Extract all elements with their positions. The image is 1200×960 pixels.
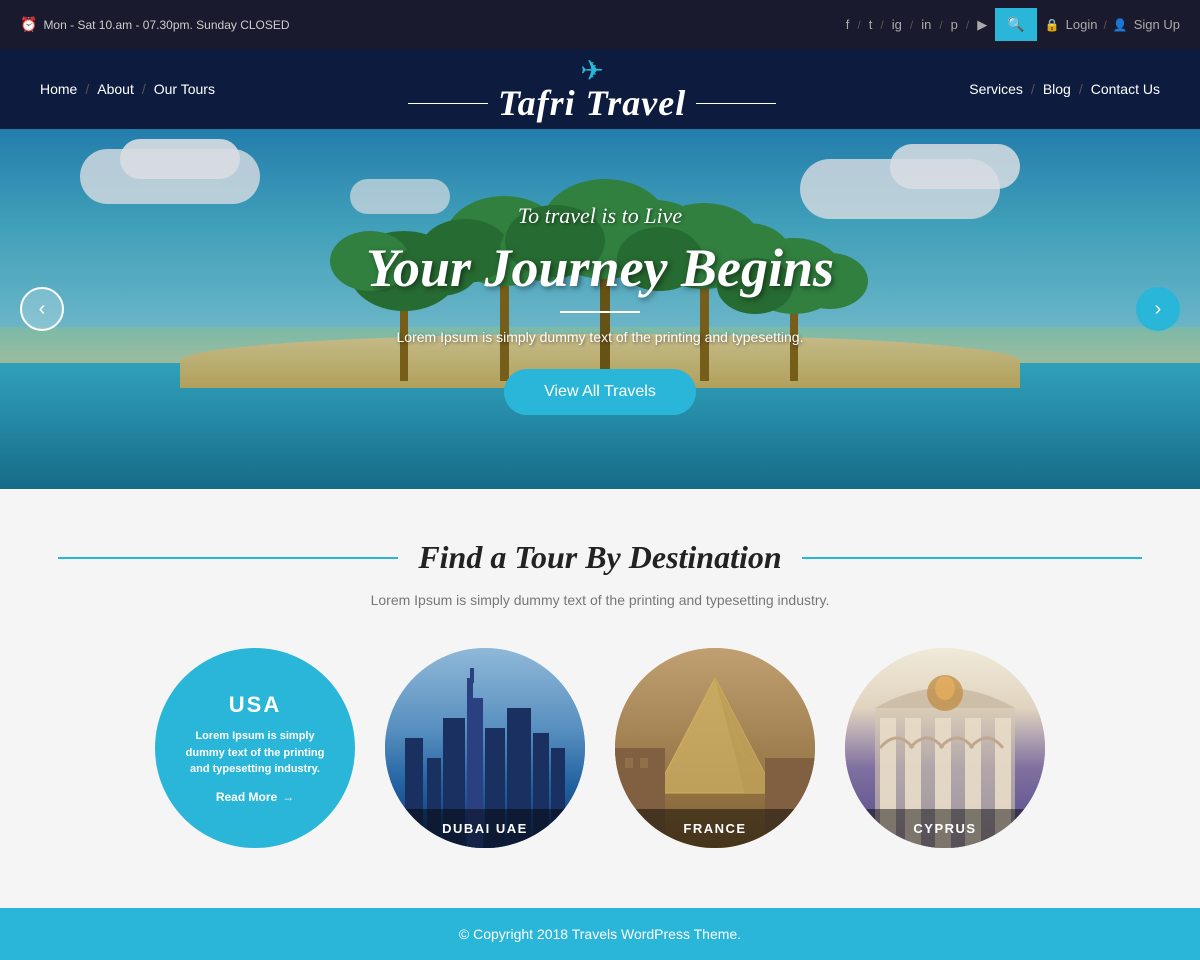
footer-copyright: © Copyright 2018 Travels WordPress Theme… [459,926,741,942]
sep3: / [910,18,913,32]
sep5: / [966,18,969,32]
hero-subtitle: To travel is to Live [366,203,834,229]
hero-prev-button[interactable]: ‹ [20,287,64,331]
nav-sep-3: / [1031,81,1035,97]
user-icon: 👤 [1113,18,1128,32]
signup-link[interactable]: Sign Up [1134,17,1180,32]
hero-description: Lorem Ipsum is simply dummy text of the … [366,329,834,345]
destination-cyprus[interactable]: CYPRUS [845,648,1045,848]
logo: ✈ Tafri Travel [408,54,776,124]
auth-sep: / [1103,18,1106,32]
sep1: / [857,18,860,32]
footer: © Copyright 2018 Travels WordPress Theme… [0,908,1200,960]
nav-sep-1: / [85,81,89,97]
login-link[interactable]: Login [1066,17,1098,32]
chevron-left-icon: ‹ [39,298,46,321]
search-button[interactable]: 🔍 [995,8,1036,41]
logo-line-left [408,103,488,104]
destination-france[interactable]: FRANCE [615,648,815,848]
logo-title[interactable]: Tafri Travel [498,82,686,124]
hero-content: To travel is to Live Your Journey Begins… [366,203,834,415]
nav-tours[interactable]: Our Tours [154,81,215,97]
nav-left: Home / About / Our Tours [40,81,215,97]
youtube-link[interactable]: ▶ [977,17,987,33]
nav-sep-2: / [142,81,146,97]
section-description: Lorem Ipsum is simply dummy text of the … [40,592,1160,608]
sep2: / [880,18,883,32]
hours-text: Mon - Sat 10.am - 07.30pm. Sunday CLOSED [43,18,289,32]
facebook-link[interactable]: f [846,17,850,32]
twitter-link[interactable]: t [869,17,873,32]
france-label: FRANCE [615,809,815,848]
logo-lines: Tafri Travel [408,82,776,124]
usa-read-more[interactable]: Read More → [216,790,294,804]
topbar-right: f / t / ig / in / p / ▶ 🔍 🔒 Login / 👤 Si… [846,8,1180,41]
usa-read-more-text: Read More [216,790,277,804]
dubai-label: DUBAI UAE [385,809,585,848]
logo-line-right [696,103,776,104]
chevron-right-icon: › [1155,298,1162,321]
destination-usa[interactable]: USA Lorem Ipsum is simply dummy text of … [155,648,355,848]
arrow-right-icon: → [282,790,294,804]
cyprus-label: CYPRUS [845,809,1045,848]
hero-next-button[interactable]: › [1136,287,1180,331]
usa-desc: Lorem Ipsum is simply dummy text of the … [175,728,335,778]
linkedin-link[interactable]: in [921,17,931,32]
header: Home / About / Our Tours ✈ Tafri Travel … [0,49,1200,129]
usa-label: USA [229,692,281,718]
topbar: ⏰ Mon - Sat 10.am - 07.30pm. Sunday CLOS… [0,0,1200,49]
lock-icon: 🔒 [1045,18,1060,32]
section-line-left [58,557,398,559]
sep4: / [939,18,942,32]
nav-sep-4: / [1079,81,1083,97]
destination-dubai[interactable]: DUBAI UAE [385,648,585,848]
nav-about[interactable]: About [97,81,134,97]
nav-contact[interactable]: Contact Us [1091,81,1160,97]
topbar-hours: ⏰ Mon - Sat 10.am - 07.30pm. Sunday CLOS… [20,16,290,33]
pinterest-link[interactable]: p [951,17,958,32]
hero-cta-button[interactable]: View All Travels [504,369,696,415]
nav-right: Services / Blog / Contact Us [969,81,1160,97]
instagram-link[interactable]: ig [892,17,902,32]
section-title: Find a Tour By Destination [418,539,781,576]
destinations-grid: USA Lorem Ipsum is simply dummy text of … [40,648,1160,848]
hero-title: Your Journey Begins [366,237,834,299]
hero-section: ‹ To travel is to Live Your Journey Begi… [0,129,1200,489]
nav-home[interactable]: Home [40,81,77,97]
section-header: Find a Tour By Destination [40,539,1160,576]
auth-links: 🔒 Login / 👤 Sign Up [1045,17,1180,32]
nav-services[interactable]: Services [969,81,1023,97]
clock-icon: ⏰ [20,16,37,33]
destinations-section: Find a Tour By Destination Lorem Ipsum i… [0,489,1200,908]
section-line-right [802,557,1142,559]
nav-blog[interactable]: Blog [1043,81,1071,97]
hero-divider [560,311,640,313]
